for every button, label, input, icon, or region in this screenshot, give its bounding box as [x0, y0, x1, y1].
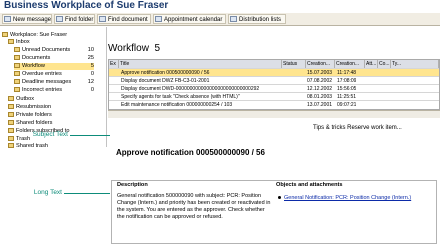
find-document-icon	[99, 16, 106, 22]
column-header-creation-date[interactable]: Creation...	[306, 60, 335, 68]
folder-tree: Workplace: Sue Fraser Inbox Unread Docum…	[0, 27, 107, 150]
column-header-status[interactable]: Status	[282, 60, 306, 68]
trash-icon	[8, 143, 14, 149]
tree-workflow-label: Workflow	[22, 63, 45, 69]
document-icon	[14, 55, 20, 61]
workflow-heading: Workflow 5	[108, 43, 160, 54]
tree-documents-count: 25	[87, 55, 94, 61]
new-message-button[interactable]: New message	[2, 14, 52, 24]
window-title: Business Workplace of Sue Fraser	[4, 0, 169, 11]
tree-resubmission[interactable]: Resubmission	[8, 104, 51, 111]
find-document-label: Find document	[108, 17, 148, 23]
tree-resubmission-label: Resubmission	[16, 104, 52, 110]
workplace-icon	[2, 32, 8, 38]
row-time: 09:07:21	[337, 102, 357, 108]
tree-shared-folders[interactable]: Shared folders	[8, 120, 52, 127]
find-folder-label: Find folder	[65, 17, 94, 23]
folder-icon	[8, 112, 14, 118]
tree-root-label: Workplace: Sue Fraser	[10, 32, 68, 38]
workflow-icon	[14, 63, 20, 69]
objects-heading: Objects and attachments	[276, 182, 343, 188]
document-icon	[14, 71, 20, 77]
long-text-callout: Long Text	[33, 189, 62, 196]
tree-outbox[interactable]: Outbox	[8, 96, 34, 103]
description-body: General notification 500000090 with subj…	[117, 193, 271, 220]
new-message-label: New message	[13, 17, 52, 23]
table-footer-bar	[108, 110, 440, 118]
document-icon	[14, 47, 20, 53]
tree-workflow-count: 5	[90, 63, 94, 69]
tree-overdue-count: 0	[90, 71, 94, 77]
work-item-table: Ex Title Status Creation... Creation... …	[108, 59, 440, 110]
column-header-creation-time[interactable]: Creation...	[335, 60, 365, 68]
subject-text-callout: Subject Text	[32, 131, 68, 138]
tree-overdue-label: Overdue entries	[22, 71, 62, 77]
distribution-lists-button[interactable]: Distribution lists	[228, 14, 286, 24]
long-text-callout-line	[64, 193, 110, 194]
tree-incorrect[interactable]: Incorrect entries 0	[14, 87, 94, 94]
tree-incorrect-label: Incorrect entries	[22, 87, 63, 93]
tree-unread-count: 10	[87, 47, 94, 53]
subject-text: Approve notification 000500000090 / 56	[116, 148, 265, 157]
tree-root[interactable]: Workplace: Sue Fraser	[2, 32, 67, 39]
row-title: Edit maintenance notification 0000000002…	[121, 102, 233, 108]
description-heading: Description	[117, 182, 148, 188]
tree-private-folders-label: Private folders	[16, 112, 52, 118]
workflow-count: 5	[154, 43, 161, 54]
bullet-icon	[278, 196, 281, 199]
new-message-icon	[4, 16, 11, 22]
appointment-calendar-button[interactable]: Appointment calendar	[153, 14, 226, 24]
tree-private-folders[interactable]: Private folders	[8, 112, 52, 119]
tree-overdue[interactable]: Overdue entries 0	[14, 71, 94, 78]
tree-deadline-label: Deadline messages	[22, 79, 72, 85]
folder-icon	[8, 120, 14, 126]
tree-unread-label: Unread Documents	[22, 47, 71, 53]
appointment-calendar-label: Appointment calendar	[164, 17, 223, 23]
toolbar: New message Find folder Find document Ap…	[0, 13, 440, 26]
tree-incorrect-count: 0	[90, 87, 94, 93]
tree-inbox-label: Inbox	[16, 39, 30, 45]
tree-workflow[interactable]: Workflow 5	[14, 63, 94, 70]
column-header-attachments[interactable]: Att...	[365, 60, 378, 68]
tree-inbox[interactable]: Inbox	[8, 39, 30, 46]
calendar-icon	[155, 16, 162, 22]
table-row[interactable]: Edit maintenance notification 0000000002…	[109, 100, 439, 109]
document-icon	[14, 79, 20, 85]
tips-and-tricks-link[interactable]: Tips & tricks Reserve work item...	[313, 125, 402, 131]
tree-shared-trash[interactable]: Shared trash	[8, 143, 48, 150]
column-header-type[interactable]: Ty...	[391, 60, 439, 68]
distribution-lists-label: Distribution lists	[239, 17, 282, 23]
column-header-co[interactable]: Co...	[378, 60, 391, 68]
tree-shared-trash-label: Shared trash	[16, 143, 49, 149]
document-icon	[14, 87, 20, 93]
tree-documents-label: Documents	[22, 55, 51, 61]
object-link[interactable]: General Notification: PCR: Position Chan…	[284, 195, 411, 201]
workflow-title: Workflow	[108, 43, 149, 54]
tree-outbox-label: Outbox	[16, 96, 35, 102]
find-document-button[interactable]: Find document	[97, 14, 151, 24]
find-folder-icon	[56, 16, 63, 22]
tree-deadline-count: 12	[87, 79, 94, 85]
distribution-list-icon	[230, 16, 237, 22]
tree-documents[interactable]: Documents 25	[14, 55, 94, 62]
row-date: 13.07.2001	[307, 102, 333, 108]
tree-unread[interactable]: Unread Documents 10	[14, 47, 94, 54]
inbox-icon	[8, 39, 14, 45]
tree-deadline[interactable]: Deadline messages 12	[14, 79, 94, 86]
find-folder-button[interactable]: Find folder	[54, 14, 95, 24]
column-header-ex[interactable]: Ex	[109, 60, 119, 68]
folder-icon	[8, 104, 14, 110]
subject-callout-line	[70, 135, 110, 136]
tree-shared-folders-label: Shared folders	[16, 120, 53, 126]
folder-icon	[8, 96, 14, 102]
column-header-title[interactable]: Title	[119, 60, 282, 68]
